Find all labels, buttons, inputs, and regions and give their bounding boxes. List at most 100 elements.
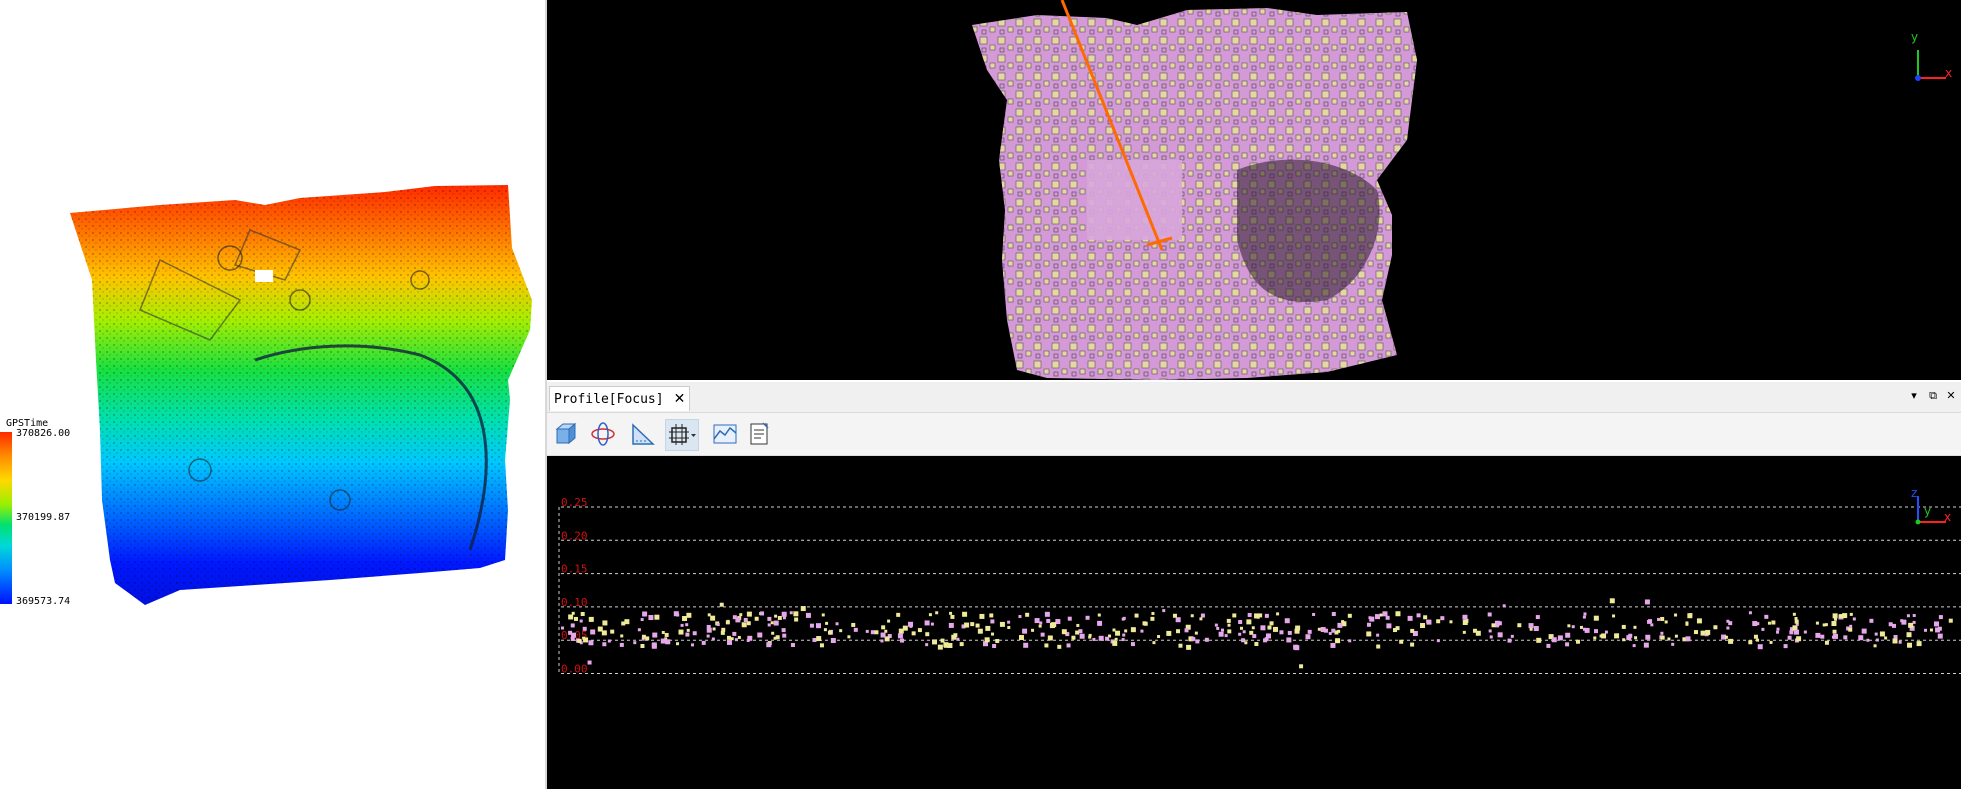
report-button[interactable] xyxy=(743,419,775,449)
profile-point xyxy=(1621,624,1626,629)
profile-point xyxy=(970,622,975,627)
profile-point xyxy=(1426,619,1430,623)
profile-point xyxy=(1317,627,1321,631)
profile-point xyxy=(561,626,565,630)
profile-point xyxy=(737,635,741,639)
profile-point xyxy=(887,619,891,623)
3d-view-icon xyxy=(555,422,577,445)
profile-point xyxy=(1748,640,1753,645)
profile-point xyxy=(1337,629,1341,633)
profile-point xyxy=(1436,619,1441,624)
profile-point xyxy=(815,623,821,629)
profile-point xyxy=(1892,638,1898,644)
top-axis-y-label: y xyxy=(1911,30,1919,44)
profile-point xyxy=(781,628,786,633)
orbit-button[interactable] xyxy=(587,419,619,449)
profile-point xyxy=(1254,642,1259,647)
profile-point xyxy=(1088,635,1092,639)
profile-point xyxy=(992,643,997,648)
profile-point xyxy=(1252,634,1257,639)
panel-menu-icon[interactable]: ▾ xyxy=(1906,388,1922,404)
profile-point xyxy=(719,602,724,607)
profile-point xyxy=(962,611,968,617)
profile-point xyxy=(573,616,578,621)
profile-point xyxy=(1879,631,1885,637)
profile-point xyxy=(1079,633,1085,639)
profile-point xyxy=(977,628,983,634)
profile-point xyxy=(620,634,624,638)
profile-point xyxy=(1204,637,1209,642)
profile-point xyxy=(1551,637,1557,643)
profile-point xyxy=(1753,634,1758,639)
profile-point xyxy=(685,623,689,627)
profile-point xyxy=(990,619,995,624)
profile-point xyxy=(1039,621,1043,625)
tab-profile-focus[interactable]: Profile[Focus] ✕ xyxy=(549,386,691,411)
profile-point xyxy=(571,611,575,615)
left-3d-view[interactable]: GPSTime 370826.00 370199.87 369573.74 xyxy=(0,0,545,789)
profile-point xyxy=(1724,635,1728,639)
profile-point xyxy=(790,642,795,647)
profile-point xyxy=(1140,629,1144,633)
profile-point xyxy=(908,621,914,627)
profile-point xyxy=(1121,617,1125,621)
profile-point xyxy=(651,642,657,648)
profile-point xyxy=(1728,638,1734,644)
profile-point xyxy=(1593,636,1597,640)
profile-point xyxy=(1908,622,1914,628)
profile-point xyxy=(1216,626,1220,630)
profile-point xyxy=(1272,626,1278,632)
profile-point xyxy=(1803,630,1807,634)
profile-point xyxy=(1335,638,1341,644)
profile-point xyxy=(1696,618,1702,624)
profile-point xyxy=(1046,618,1051,623)
grid-select-button[interactable] xyxy=(665,419,699,451)
profile-point xyxy=(805,612,811,618)
profile-point xyxy=(1254,613,1260,619)
profile-point xyxy=(902,625,908,631)
profile-point xyxy=(754,616,759,621)
profile-point xyxy=(1756,638,1760,642)
measure-button[interactable] xyxy=(627,419,659,449)
profile-point xyxy=(793,611,799,617)
profile-point xyxy=(610,629,615,634)
profile-point xyxy=(1227,623,1231,627)
profile-view[interactable]: 0.250.200.150.100.050.00 z y x xyxy=(547,456,1961,789)
profile-point xyxy=(1604,630,1608,634)
profile-point xyxy=(1794,617,1798,621)
profile-point xyxy=(1824,640,1829,645)
profile-point xyxy=(1660,616,1665,621)
profile-point xyxy=(1632,644,1636,648)
profile-point xyxy=(782,633,787,638)
profile-point xyxy=(1307,629,1312,634)
profile-point xyxy=(1726,619,1730,623)
profile-point xyxy=(739,613,743,617)
profile-point xyxy=(880,639,884,643)
profile-point xyxy=(1660,631,1664,635)
profile-point xyxy=(853,627,858,632)
profile-point xyxy=(642,611,648,617)
profile-point xyxy=(789,611,793,615)
profile-cross-section-plot: 0.250.200.150.100.050.00 xyxy=(558,496,1961,676)
profile-point xyxy=(1382,611,1388,617)
tab-close-icon[interactable]: ✕ xyxy=(674,391,686,407)
profile-point xyxy=(1843,635,1848,640)
profile-point xyxy=(1097,613,1101,617)
profile-point xyxy=(1092,637,1096,641)
profile-point xyxy=(1190,614,1194,618)
profile-point xyxy=(602,620,608,626)
profile-point xyxy=(1938,615,1943,620)
panel-close-icon[interactable]: ✕ xyxy=(1943,388,1959,404)
3d-view-button[interactable] xyxy=(551,419,583,449)
top-3d-view[interactable]: y x xyxy=(547,0,1961,380)
profile-point xyxy=(1660,635,1665,640)
profile-point xyxy=(725,620,730,625)
profile-button[interactable] xyxy=(709,419,741,449)
profile-point xyxy=(1648,619,1653,624)
profile-point xyxy=(917,628,922,633)
profile-point xyxy=(1612,614,1616,618)
profile-point xyxy=(1517,623,1522,628)
profile-point xyxy=(1667,637,1671,641)
profile-point xyxy=(1284,618,1290,624)
panel-restore-icon[interactable]: ⧉ xyxy=(1925,388,1941,404)
